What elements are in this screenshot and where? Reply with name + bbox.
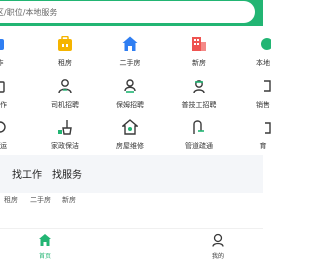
work-icon: [0, 39, 4, 50]
local-icon: [261, 38, 271, 50]
category-rent[interactable]: 租房: [45, 36, 85, 74]
rent-bag-icon: [58, 36, 72, 51]
category-new-house[interactable]: 新房: [179, 36, 219, 74]
worker-icon: [193, 80, 205, 94]
category-childcare[interactable]: 育: [243, 119, 283, 157]
category-housekeeping[interactable]: 家政保洁: [45, 119, 85, 157]
category-row-1: 作 租房 二手房 新房 本地: [0, 36, 271, 76]
category-secondhand-house[interactable]: 二手房: [110, 36, 150, 74]
category-moving[interactable]: 搬运: [0, 119, 20, 157]
broom-icon: [58, 120, 72, 135]
search-bar[interactable]: 区/职位/本地服务: [0, 1, 255, 23]
category-nanny-jobs[interactable]: 保姆招聘: [110, 78, 150, 116]
search-placeholder: 区/职位/本地服务: [0, 7, 58, 17]
driver-icon: [58, 79, 72, 94]
category-jobs[interactable]: 工作: [0, 78, 20, 116]
category-local[interactable]: 本地: [243, 36, 283, 74]
tab-find-service[interactable]: 找服务: [52, 166, 82, 181]
category-row-2: 工作 司机招聘 保姆招聘 普技工招聘 销售: [0, 78, 271, 118]
subtab-new-house[interactable]: 新房: [62, 195, 76, 205]
sales-icon: [264, 80, 271, 92]
find-tabs: 找工作 找服务: [0, 166, 263, 182]
category-row-3: 搬运 家政保洁 房屋维修 管道疏通 育: [0, 119, 271, 159]
house-icon: [122, 36, 138, 51]
category-work[interactable]: 作: [0, 36, 20, 74]
home-icon: [39, 234, 51, 246]
jobs-icon: [0, 81, 5, 93]
childcare-icon: [265, 122, 271, 134]
category-driver-jobs[interactable]: 司机招聘: [45, 78, 85, 116]
bottom-nav: 首页 我的: [0, 228, 263, 261]
category-sales[interactable]: 销售: [243, 78, 283, 116]
category-worker-jobs[interactable]: 普技工招聘: [179, 78, 219, 116]
building-icon: [192, 37, 206, 51]
nav-mine[interactable]: 我的: [198, 233, 238, 261]
moving-icon: [0, 121, 6, 133]
pipe-icon: [193, 120, 204, 134]
nanny-icon: [124, 79, 136, 93]
top-bar: 区/职位/本地服务: [0, 0, 263, 26]
category-pipe-dredging[interactable]: 管道疏通: [179, 119, 219, 157]
tab-find-job[interactable]: 找工作: [12, 166, 42, 181]
nav-home[interactable]: 首页: [25, 233, 65, 261]
sub-tabs: 租房 二手房 新房: [0, 193, 263, 207]
category-house-repair[interactable]: 房屋维修: [110, 119, 150, 157]
user-icon: [212, 233, 224, 247]
house-repair-icon: [122, 119, 138, 135]
subtab-secondhand[interactable]: 二手房: [30, 195, 51, 205]
subtab-rent[interactable]: 租房: [4, 195, 18, 205]
